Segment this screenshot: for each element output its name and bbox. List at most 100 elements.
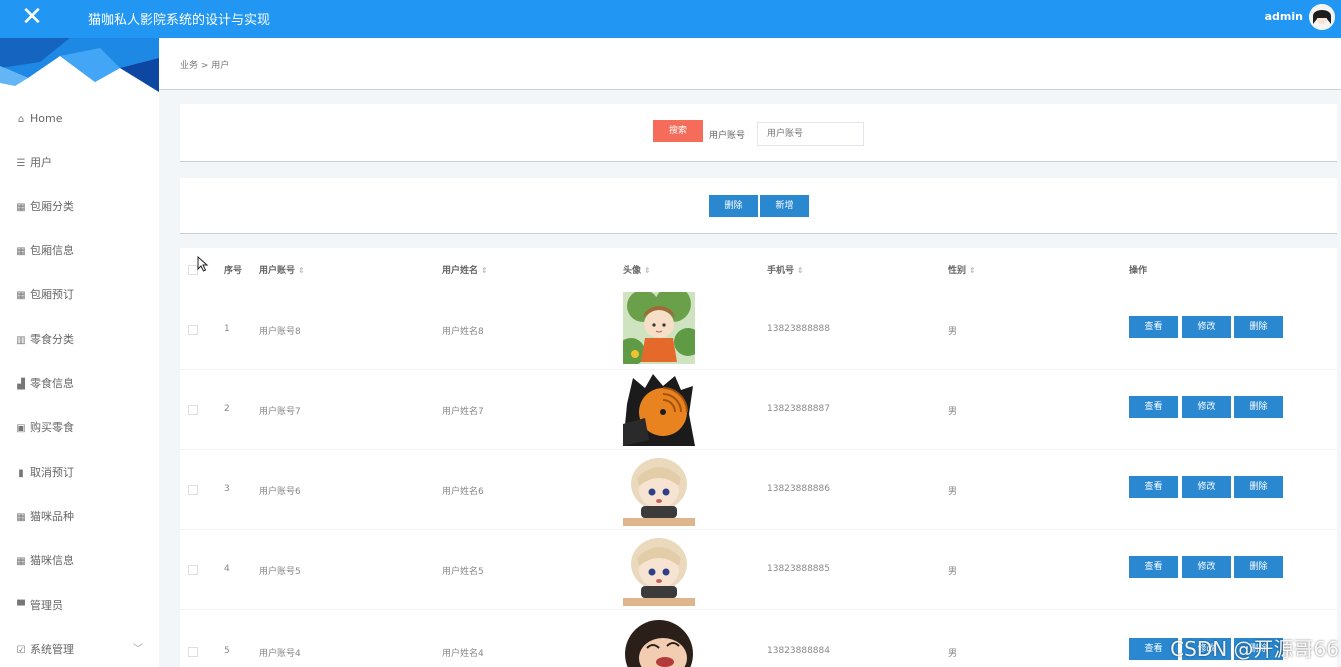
view-button[interactable]: 查看	[1129, 476, 1178, 498]
sidebar-item-room-category[interactable]: ▦ 包厢分类	[0, 192, 159, 222]
top-bar: ✕ 猫咖私人影院系统的设计与实现 admin	[0, 0, 1341, 38]
action-panel: 删除 新增	[180, 178, 1337, 234]
sidebar-item-admin[interactable]: ▀ 管理员	[0, 591, 159, 621]
breadcrumb-bar: 业务 > 用户	[159, 38, 1341, 90]
search-input[interactable]	[757, 122, 864, 146]
row-checkbox[interactable]	[188, 325, 198, 335]
blonde-chibi-avatar	[623, 454, 695, 526]
view-button[interactable]: 查看	[1129, 556, 1178, 578]
sidebar-item-label: 猫咪信息	[30, 554, 74, 567]
row-name: 用户姓名4	[442, 649, 484, 659]
mouse-cursor-icon	[197, 255, 209, 272]
row-index: 1	[224, 324, 230, 334]
sidebar-item-room-booking[interactable]: ▦ 包厢预订	[0, 280, 159, 310]
row-phone: 13823888888	[767, 324, 830, 334]
column-header-name[interactable]: 用户姓名 ⇕	[442, 263, 488, 276]
column-header-avatar[interactable]: 头像 ⇕	[623, 263, 651, 276]
column-header-gender[interactable]: 性别 ⇕	[948, 263, 976, 276]
edit-button[interactable]: 修改	[1182, 476, 1231, 498]
sidebar-item-system[interactable]: ☑ 系统管理 ﹀	[0, 635, 159, 665]
laughing-face-avatar	[623, 614, 695, 667]
search-field-label: 用户账号	[709, 131, 746, 141]
header-label: 用户姓名	[442, 266, 479, 276]
sidebar-item-users[interactable]: ☰ 用户	[0, 148, 159, 178]
row-phone: 13823888885	[767, 564, 830, 574]
sidebar-item-label: 包厢预订	[30, 288, 74, 301]
delete-button[interactable]: 删除	[1234, 316, 1283, 338]
thumbs-up-icon: ▟	[17, 379, 25, 390]
home-icon: ⌂	[17, 114, 25, 125]
row-checkbox[interactable]	[188, 485, 198, 495]
delete-button[interactable]: 删除	[1234, 396, 1283, 418]
sidebar-item-snack-info[interactable]: ▟ 零食信息	[0, 369, 159, 399]
row-account: 用户账号5	[259, 567, 301, 577]
close-menu-button[interactable]: ✕	[14, 4, 50, 32]
grid-icon: ▦	[16, 290, 26, 301]
batch-delete-button[interactable]: 删除	[709, 195, 758, 217]
view-button[interactable]: 查看	[1129, 396, 1178, 418]
sidebar-item-label: Home	[30, 112, 63, 125]
list-icon: ☰	[16, 158, 26, 169]
row-name: 用户姓名7	[442, 407, 484, 417]
sort-icon[interactable]: ⇕	[481, 266, 488, 275]
edit-button[interactable]: 修改	[1182, 556, 1231, 578]
sidebar-item-home[interactable]: ⌂ Home	[0, 104, 159, 134]
sidebar-item-buy-snack[interactable]: ▣ 购买零食	[0, 413, 159, 443]
sidebar-item-cat-info[interactable]: ▦ 猫咪信息	[0, 546, 159, 576]
bar-chart-icon: ▮	[18, 468, 24, 479]
delete-button[interactable]: 删除	[1234, 476, 1283, 498]
username[interactable]: admin	[1265, 10, 1303, 23]
row-checkbox[interactable]	[188, 647, 198, 657]
column-header-account[interactable]: 用户账号 ⇕	[259, 263, 305, 276]
add-button[interactable]: 新增	[760, 195, 809, 217]
sidebar-item-cancel-booking[interactable]: ▮ 取消预订	[0, 458, 159, 488]
sort-icon[interactable]: ⇕	[644, 266, 651, 275]
sidebar: ⌂ Home ☰ 用户 ▦ 包厢分类 ▦ 包厢信息 ▦ 包厢预订 ▥ 零食分类 ▟ 零食信息 …	[0, 38, 159, 667]
row-account: 用户账号6	[259, 487, 301, 497]
cartoon-boy-green-avatar	[623, 292, 695, 364]
table-row: 5 用户账号4 用户姓名4 13823888884 男 查看 修改 删除	[180, 610, 1337, 667]
sidebar-item-cat-breed[interactable]: ▦ 猫咪品种	[0, 502, 159, 532]
row-account: 用户账号4	[259, 649, 301, 659]
row-index: 5	[224, 646, 230, 656]
column-header-phone[interactable]: 手机号 ⇕	[767, 263, 804, 276]
app-title: 猫咖私人影院系统的设计与实现	[88, 13, 271, 28]
sidebar-item-snack-category[interactable]: ▥ 零食分类	[0, 325, 159, 355]
grid-icon: ▦	[16, 556, 26, 567]
row-name: 用户姓名8	[442, 327, 484, 337]
row-index: 4	[224, 564, 230, 574]
sidebar-item-label: 包厢信息	[30, 244, 74, 257]
user-table: 序号 用户账号 ⇕ 用户姓名 ⇕ 头像 ⇕ 手机号 ⇕ 性别 ⇕ 操作 1 用户账号8 用…	[180, 248, 1337, 667]
chevron-down-icon[interactable]: ﹀	[133, 635, 143, 665]
sidebar-item-label: 系统管理	[30, 643, 74, 656]
view-button[interactable]: 查看	[1129, 316, 1178, 338]
breadcrumb: 业务 > 用户	[180, 61, 230, 71]
sidebar-banner	[0, 38, 159, 92]
sidebar-item-label: 包厢分类	[30, 200, 74, 213]
grid-icon: ▦	[16, 202, 26, 213]
edit-button[interactable]: 修改	[1182, 396, 1231, 418]
sidebar-item-label: 猫咪品种	[30, 510, 74, 523]
row-name: 用户姓名6	[442, 487, 484, 497]
user-avatar[interactable]	[1309, 4, 1335, 30]
books-icon: ▥	[16, 335, 26, 346]
row-phone: 13823888884	[767, 646, 830, 656]
search-button[interactable]: 搜索	[653, 120, 703, 142]
sort-icon[interactable]: ⇕	[298, 266, 305, 275]
table-row: 2 用户账号7 用户姓名7 13823888887 男 查看 修改 删除	[180, 370, 1337, 450]
header-label: 用户账号	[259, 266, 296, 276]
delete-button[interactable]: 删除	[1234, 556, 1283, 578]
edit-button[interactable]: 修改	[1182, 316, 1231, 338]
sidebar-item-label: 取消预订	[30, 466, 74, 479]
row-gender: 男	[948, 487, 958, 497]
sort-icon[interactable]: ⇕	[797, 266, 804, 275]
sidebar-item-label: 用户	[30, 156, 52, 169]
row-checkbox[interactable]	[188, 405, 198, 415]
column-header-ops: 操作	[1129, 266, 1148, 276]
header-label: 头像	[623, 266, 642, 276]
sidebar-item-room-info[interactable]: ▦ 包厢信息	[0, 236, 159, 266]
row-account: 用户账号7	[259, 407, 301, 417]
row-checkbox[interactable]	[188, 565, 198, 575]
sort-icon[interactable]: ⇕	[969, 266, 976, 275]
sidebar-item-label: 管理员	[30, 599, 63, 612]
